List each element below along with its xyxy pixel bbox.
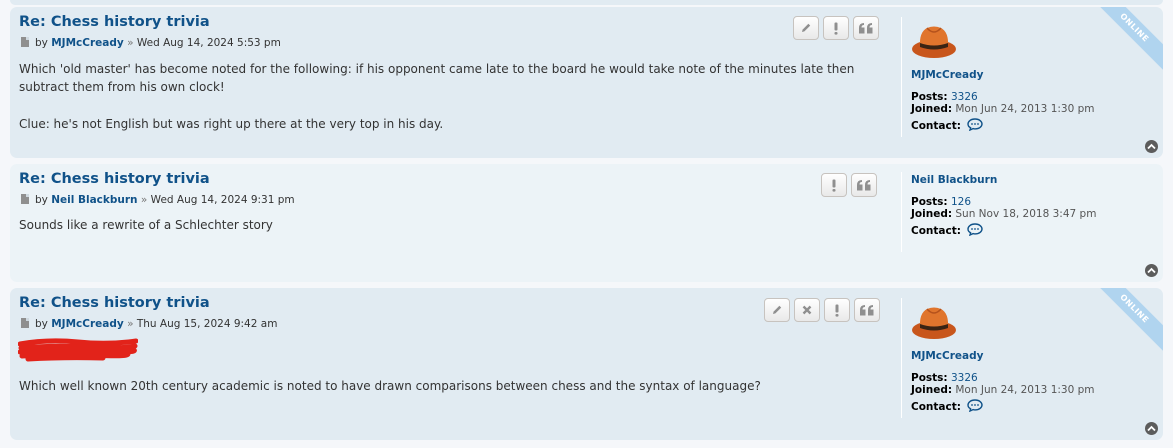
post-date: Wed Aug 14, 2024 9:31 pm (150, 194, 295, 206)
quote-icon (857, 179, 871, 190)
redaction-scribble (18, 338, 138, 362)
post-content: Which 'old master' has become noted for … (19, 60, 879, 133)
post-profile: MJMcCready Posts: 3326 Joined: Mon Jun 2… (901, 298, 1151, 418)
contact-icon[interactable] (967, 399, 983, 413)
post: Re: Chess history trivia by MJMcCready »… (10, 7, 1163, 158)
edit-button[interactable] (764, 298, 790, 322)
post-paragraph: Sounds like a rewrite of a Schlechter st… (19, 218, 273, 232)
by-label: by (35, 37, 48, 49)
separator: » (127, 318, 134, 330)
post-buttons (821, 173, 877, 197)
separator: » (127, 37, 134, 49)
post-title[interactable]: Re: Chess history trivia (19, 171, 210, 187)
file-icon[interactable] (21, 194, 29, 204)
post-author-line: by Neil Blackburn » Wed Aug 14, 2024 9:3… (21, 194, 295, 206)
delete-icon (802, 305, 812, 315)
edit-button[interactable] (793, 16, 819, 40)
author-link[interactable]: MJMcCready (51, 318, 123, 330)
profile-username[interactable]: Neil Blackburn (911, 174, 997, 186)
contact-icon[interactable] (967, 118, 983, 132)
quote-button[interactable] (854, 298, 880, 322)
profile-posts: Posts: 3326 (911, 372, 978, 384)
joined-date: Mon Jun 24, 2013 1:30 pm (955, 384, 1095, 396)
post-date: Wed Aug 14, 2024 5:53 pm (136, 37, 281, 49)
contact-label: Contact: (911, 120, 961, 132)
post-paragraph: Which 'old master' has become noted for … (19, 62, 855, 94)
profile-posts: Posts: 3326 (911, 91, 978, 103)
contact-label: Contact: (911, 225, 961, 237)
post-author-line: by MJMcCready » Wed Aug 14, 2024 5:53 pm (21, 37, 281, 49)
profile-posts: Posts: 126 (911, 196, 971, 208)
post-title[interactable]: Re: Chess history trivia (19, 14, 210, 30)
report-button[interactable] (821, 173, 847, 197)
back-to-top-icon (1147, 425, 1156, 432)
post-paragraph: Clue: he's not English but was right up … (19, 117, 444, 131)
post-profile: Neil Blackburn Posts: 126 Joined: Sun No… (901, 172, 1151, 252)
previous-post-bottom (10, 0, 1163, 5)
post: Re: Chess history trivia by Neil Blackbu… (10, 164, 1163, 282)
by-label: by (35, 318, 48, 330)
edit-icon (773, 305, 782, 314)
avatar-hat-icon[interactable] (911, 22, 959, 60)
quote-icon (859, 22, 873, 33)
post-content: Sounds like a rewrite of a Schlechter st… (19, 216, 879, 234)
post-profile: MJMcCready Posts: 3326 Joined: Mon Jun 2… (901, 17, 1151, 137)
back-to-top-button[interactable] (1145, 264, 1158, 277)
quote-button[interactable] (853, 16, 879, 40)
profile-contact: Contact: (911, 118, 983, 132)
post-paragraph: Which well known 20th century academic i… (19, 379, 761, 393)
profile-contact: Contact: (911, 399, 983, 413)
quote-icon (860, 304, 874, 315)
joined-label: Joined: (911, 208, 953, 220)
profile-joined: Joined: Mon Jun 24, 2013 1:30 pm (911, 384, 1095, 396)
posts-label: Posts: (911, 196, 948, 208)
avatar-hat-icon[interactable] (911, 303, 959, 341)
back-to-top-icon (1147, 267, 1156, 274)
joined-label: Joined: (911, 384, 953, 396)
separator: » (140, 194, 148, 206)
delete-button[interactable] (794, 298, 820, 322)
file-icon[interactable] (21, 37, 29, 47)
post-title[interactable]: Re: Chess history trivia (19, 295, 210, 311)
report-icon (834, 22, 838, 35)
contact-label: Contact: (911, 401, 961, 413)
posts-count-link[interactable]: 3326 (951, 372, 978, 384)
joined-date: Mon Jun 24, 2013 1:30 pm (955, 103, 1095, 115)
quote-button[interactable] (851, 173, 877, 197)
post-buttons (793, 16, 879, 40)
post-date: Thu Aug 15, 2024 9:42 am (136, 318, 278, 330)
profile-contact: Contact: (911, 223, 983, 237)
post-buttons (764, 298, 880, 322)
posts-label: Posts: (911, 372, 948, 384)
profile-joined: Joined: Mon Jun 24, 2013 1:30 pm (911, 103, 1095, 115)
report-icon (832, 179, 836, 192)
joined-date: Sun Nov 18, 2018 3:47 pm (955, 208, 1097, 220)
joined-label: Joined: (911, 103, 953, 115)
back-to-top-button[interactable] (1145, 422, 1158, 435)
posts-count-link[interactable]: 126 (951, 196, 971, 208)
profile-username[interactable]: MJMcCready (911, 69, 983, 81)
author-link[interactable]: MJMcCready (51, 37, 123, 49)
back-to-top-button[interactable] (1145, 140, 1158, 153)
report-button[interactable] (823, 16, 849, 40)
posts-label: Posts: (911, 91, 948, 103)
post-author-line: by MJMcCready » Thu Aug 15, 2024 9:42 am (21, 318, 277, 330)
by-label: by (35, 194, 48, 206)
contact-icon[interactable] (967, 223, 983, 237)
post-content: Which well known 20th century academic i… (19, 377, 879, 395)
report-icon (835, 304, 839, 317)
post: Re: Chess history trivia by MJMcCready »… (10, 288, 1163, 440)
profile-username[interactable]: MJMcCready (911, 350, 983, 362)
file-icon[interactable] (21, 318, 29, 328)
edit-icon (802, 23, 811, 32)
posts-count-link[interactable]: 3326 (951, 91, 978, 103)
author-link[interactable]: Neil Blackburn (51, 194, 137, 206)
back-to-top-icon (1147, 143, 1156, 150)
report-button[interactable] (824, 298, 850, 322)
profile-joined: Joined: Sun Nov 18, 2018 3:47 pm (911, 208, 1096, 220)
